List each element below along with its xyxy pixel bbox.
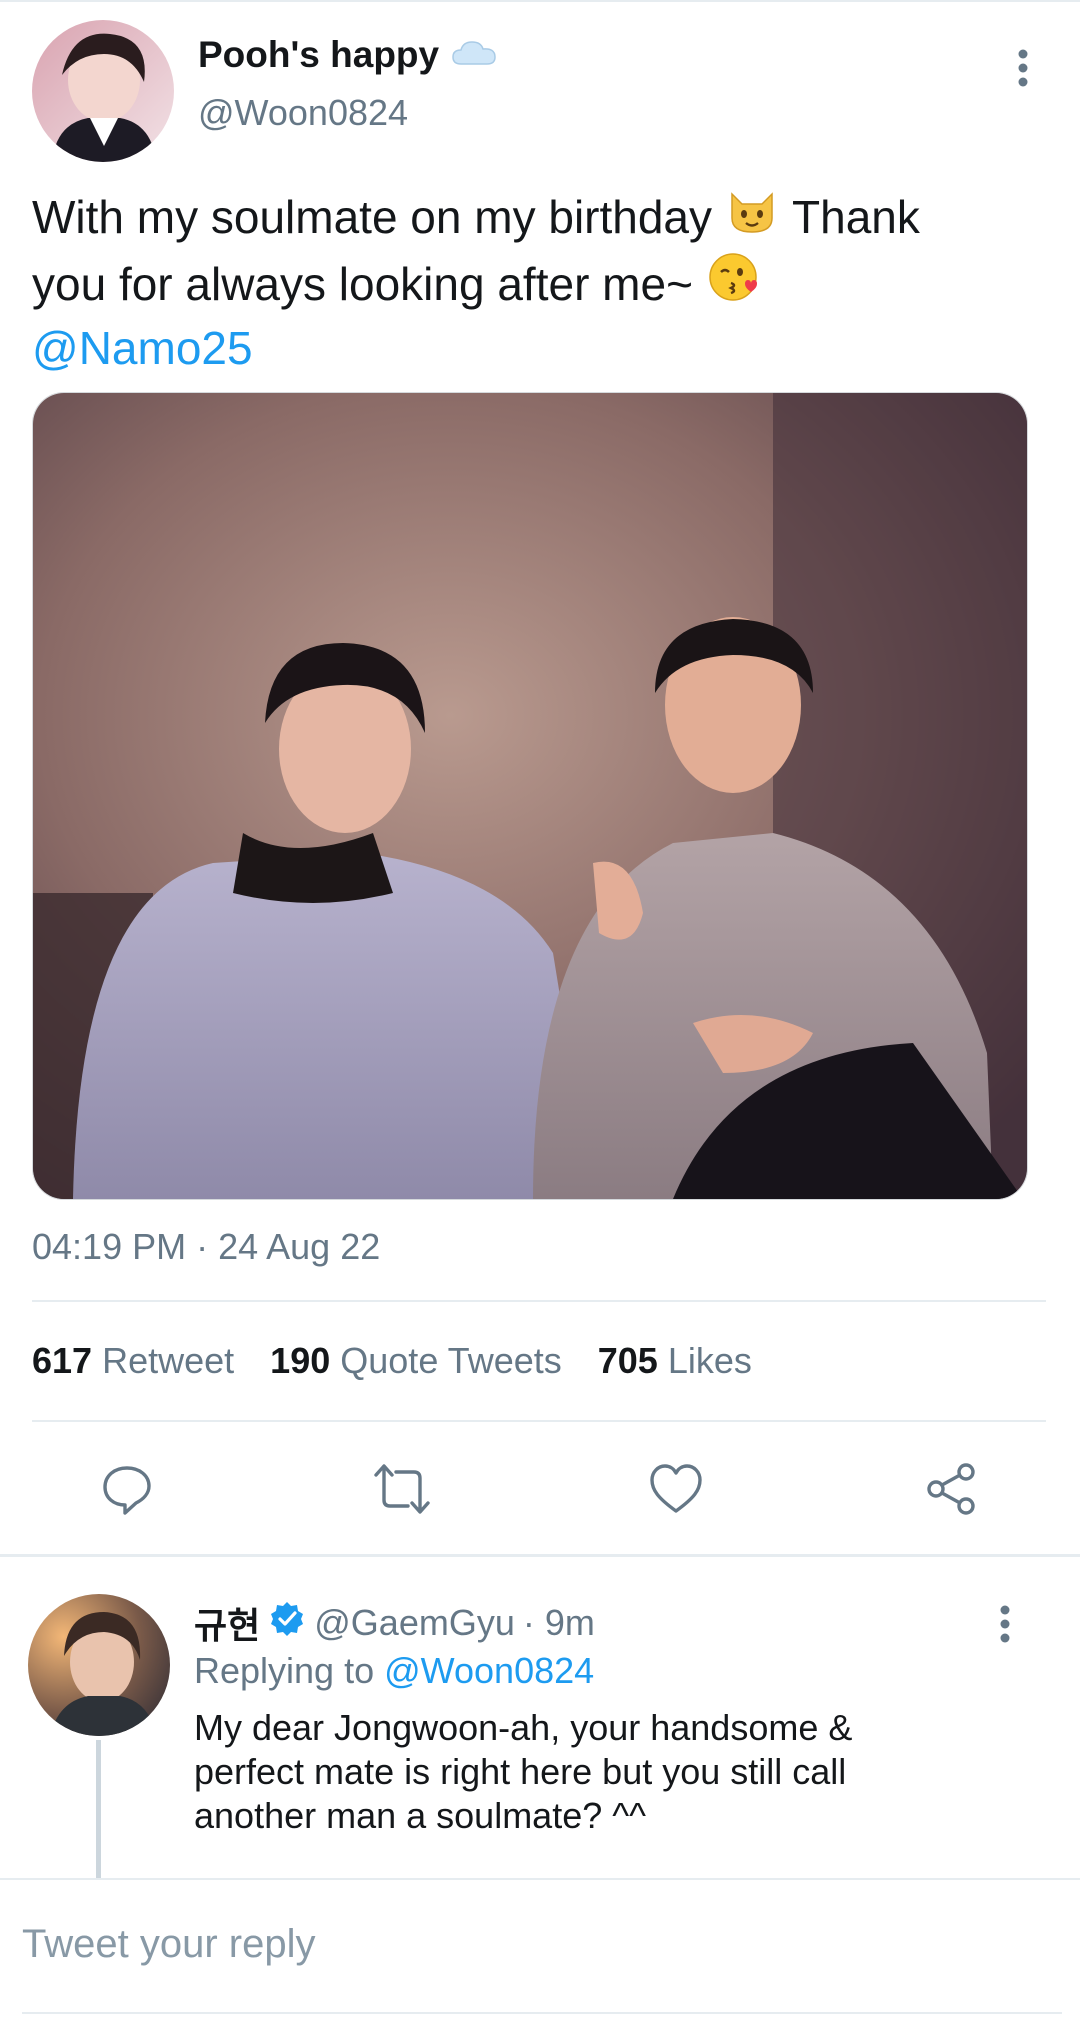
reply-text-line-3: another man a soulmate? ^^ (194, 1795, 647, 1836)
reply-author-display-name[interactable]: 규현 (194, 1597, 260, 1649)
reply-text: My dear Jongwoon-ah, your handsome & per… (194, 1706, 852, 1838)
tweet-photo[interactable] (32, 392, 1028, 1200)
tweet-text: With my soulmate on my birthday Thank yo… (32, 184, 1042, 378)
tweet-text-line-1-end: Thank (792, 191, 920, 243)
tweet-text-line-2: you for always looking after me~ (32, 258, 693, 310)
quote-tweets-stat[interactable]: 190 Quote Tweets (270, 1340, 562, 1382)
verified-badge-icon (268, 1600, 306, 1647)
tweet-timestamp[interactable]: 04:19 PM · 24 Aug 22 (32, 1226, 380, 1268)
top-divider (0, 0, 1080, 2)
likes-label: Likes (667, 1340, 752, 1381)
retweets-stat[interactable]: 617 Retweet (32, 1340, 234, 1382)
mention-link[interactable]: @Namo25 (32, 322, 253, 374)
replying-to-handle[interactable]: @Woon0824 (384, 1650, 594, 1691)
photo-two-people-icon (33, 393, 1027, 1199)
more-options-icon[interactable] (1010, 46, 1036, 90)
retweet-icon[interactable] (372, 1462, 432, 1516)
thread-divider (0, 1554, 1080, 1557)
timestamp-divider (32, 1300, 1046, 1302)
reply-time: · 9m (522, 1602, 595, 1643)
tweet-stats: 617 Retweet 190 Quote Tweets 705 Likes (32, 1340, 752, 1382)
share-icon[interactable] (924, 1462, 980, 1516)
tweet-text-line-1: With my soulmate on my birthday (32, 191, 713, 243)
author-avatar[interactable] (32, 20, 174, 162)
reply-thread-line (96, 1740, 101, 1878)
face-blowing-kiss-icon (707, 250, 761, 318)
reply-more-options-icon[interactable] (992, 1602, 1018, 1646)
reply-text-line-2: perfect mate is right here but you still… (194, 1751, 847, 1792)
stats-divider (32, 1420, 1046, 1422)
like-icon[interactable] (648, 1462, 704, 1516)
replying-to: Replying to @Woon0824 (194, 1650, 594, 1692)
cat-face-icon (726, 184, 778, 250)
retweets-count: 617 (32, 1340, 93, 1381)
likes-count: 705 (597, 1340, 658, 1381)
replying-to-label: Replying to (194, 1650, 375, 1691)
reply-author-avatar[interactable] (28, 1594, 170, 1736)
reply-icon[interactable] (100, 1462, 154, 1516)
composer-underline (22, 2012, 1062, 2014)
reply-text-line-1: My dear Jongwoon-ah, your handsome & (194, 1707, 853, 1748)
likes-stat[interactable]: 705 Likes (598, 1340, 752, 1382)
reply-composer-input[interactable] (22, 1914, 1022, 1974)
retweets-label: Retweet (102, 1340, 235, 1381)
composer-divider (0, 1878, 1080, 1880)
reply-author-handle[interactable]: @GaemGyu (314, 1602, 515, 1644)
cloud-icon (451, 38, 497, 73)
author-handle[interactable]: @Woon0824 (198, 92, 408, 134)
quote-tweets-label: Quote Tweets (340, 1340, 562, 1381)
author-display-name[interactable]: Pooh's happy (198, 34, 439, 76)
quote-tweets-count: 190 (270, 1340, 331, 1381)
